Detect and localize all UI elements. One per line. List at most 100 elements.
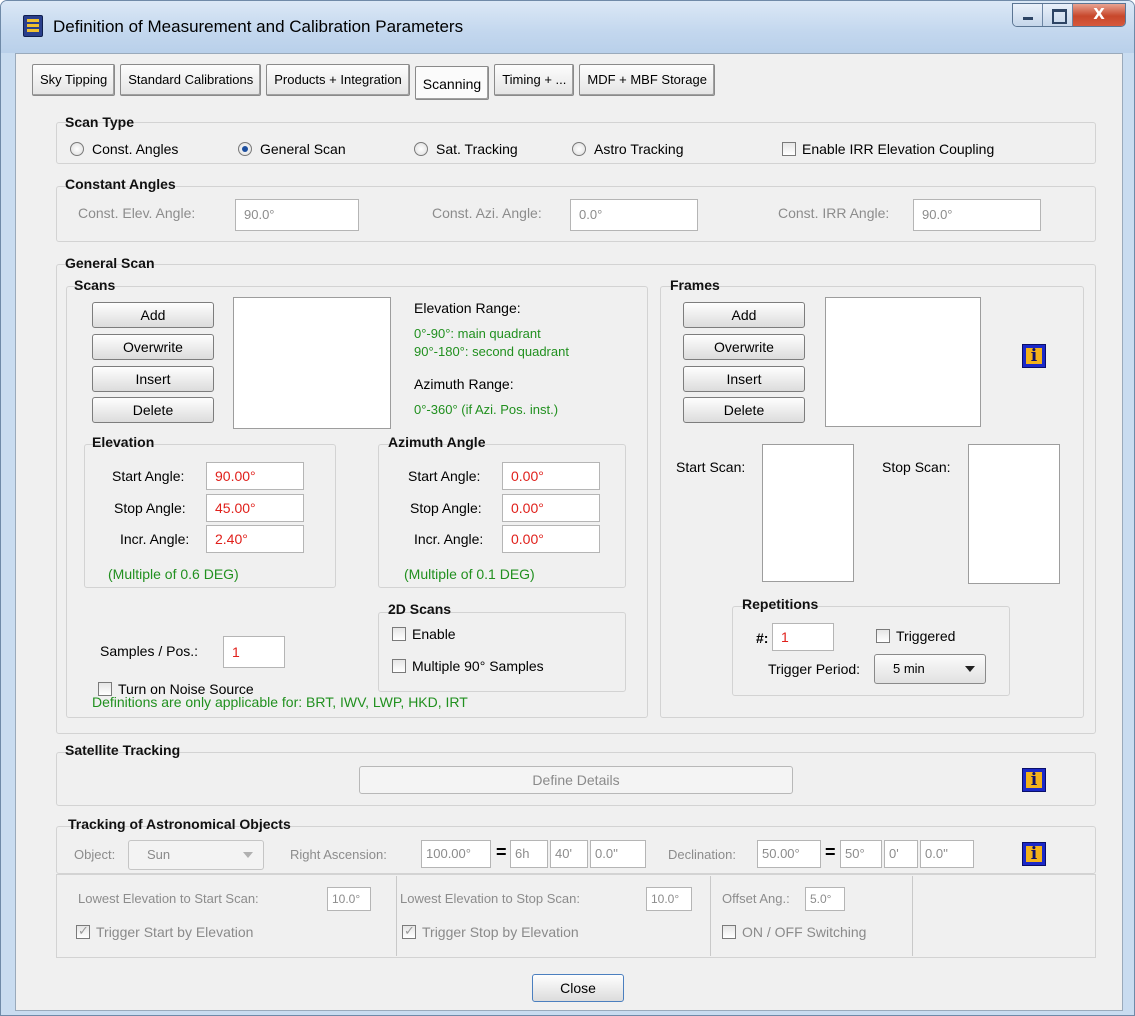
azi-multiple-note: (Multiple of 0.1 DEG) bbox=[404, 566, 535, 582]
radio-astro-tracking-circle[interactable] bbox=[572, 142, 586, 156]
frames-title: Frames bbox=[670, 277, 720, 293]
irr-coupling-box[interactable] bbox=[782, 142, 796, 156]
scans-2d-enable-box[interactable] bbox=[392, 627, 406, 641]
const-azi-input[interactable]: 0.0° bbox=[570, 199, 698, 231]
title-bar[interactable]: Definition of Measurement and Calibratio… bbox=[1, 1, 1134, 53]
tab-products-integration[interactable]: Products + Integration bbox=[266, 64, 410, 96]
radio-sat-tracking[interactable]: Sat. Tracking bbox=[414, 141, 518, 157]
triggered-box[interactable] bbox=[876, 629, 890, 643]
chevron-down-icon bbox=[243, 852, 253, 858]
irr-elevation-coupling-checkbox[interactable]: Enable IRR Elevation Coupling bbox=[782, 141, 994, 157]
frames-list[interactable] bbox=[825, 297, 981, 427]
tab-timing[interactable]: Timing + ... bbox=[494, 64, 575, 96]
trigger-stop-box[interactable] bbox=[402, 923, 416, 939]
multiple-90-samples-box[interactable] bbox=[392, 659, 406, 673]
const-irr-input[interactable]: 90.0° bbox=[913, 199, 1041, 231]
azi-start-input[interactable]: 0.00° bbox=[502, 462, 600, 490]
object-value: Sun bbox=[147, 847, 171, 862]
triggered-checkbox[interactable]: Triggered bbox=[876, 628, 955, 644]
onoff-switching-label: ON / OFF Switching bbox=[742, 924, 867, 940]
frames-delete-button[interactable]: Delete bbox=[683, 397, 805, 423]
close-window-button[interactable] bbox=[1073, 4, 1125, 26]
minimize-button[interactable] bbox=[1013, 4, 1043, 26]
maximize-button[interactable] bbox=[1043, 4, 1073, 26]
ra-equals-sign: = bbox=[496, 842, 507, 862]
frames-overwrite-button[interactable]: Overwrite bbox=[683, 334, 805, 360]
stop-scan-list[interactable] bbox=[968, 444, 1060, 584]
trigger-period-select[interactable]: 5 min bbox=[874, 654, 986, 684]
start-scan-list[interactable] bbox=[762, 444, 854, 582]
onoff-switching-checkbox[interactable]: ON / OFF Switching bbox=[722, 924, 866, 940]
radio-const-angles[interactable]: Const. Angles bbox=[70, 141, 178, 157]
define-details-button[interactable]: Define Details bbox=[359, 766, 793, 794]
tab-standard-calibrations[interactable]: Standard Calibrations bbox=[120, 64, 262, 96]
samples-per-pos-input[interactable]: 1 bbox=[223, 636, 285, 668]
astro-info-icon[interactable] bbox=[1022, 842, 1046, 866]
radio-astro-tracking[interactable]: Astro Tracking bbox=[572, 141, 683, 157]
radio-sat-tracking-circle[interactable] bbox=[414, 142, 428, 156]
trigger-start-checkbox[interactable]: Trigger Start by Elevation bbox=[76, 923, 253, 940]
frames-add-button[interactable]: Add bbox=[683, 302, 805, 328]
ra-hours-input[interactable]: 6h bbox=[510, 840, 548, 868]
main-window: Definition of Measurement and Calibratio… bbox=[0, 0, 1135, 1016]
close-button[interactable]: Close bbox=[532, 974, 624, 1002]
satellite-tracking-title: Satellite Tracking bbox=[65, 742, 181, 758]
scans-list[interactable] bbox=[233, 297, 391, 429]
dec-equals-sign: = bbox=[825, 842, 836, 862]
elev-start-input[interactable]: 90.00° bbox=[206, 462, 304, 490]
repetitions-count-label: #: bbox=[756, 630, 769, 646]
elev-incr-input[interactable]: 2.40° bbox=[206, 525, 304, 553]
radio-general-scan-label: General Scan bbox=[260, 141, 346, 157]
azi-incr-input[interactable]: 0.00° bbox=[502, 525, 600, 553]
elevation-range-line1: 0°-90°: main quadrant bbox=[414, 326, 541, 341]
ra-degrees-input[interactable]: 100.00° bbox=[421, 840, 491, 868]
lowest-start-input[interactable]: 10.0° bbox=[327, 887, 371, 911]
lowest-start-label: Lowest Elevation to Start Scan: bbox=[78, 891, 259, 906]
offset-angle-input[interactable]: 5.0° bbox=[805, 887, 845, 911]
constant-angles-title: Constant Angles bbox=[65, 176, 176, 192]
scans-title: Scans bbox=[74, 277, 116, 293]
azi-stop-input[interactable]: 0.00° bbox=[502, 494, 600, 522]
repetitions-title: Repetitions bbox=[742, 596, 819, 612]
radio-const-angles-label: Const. Angles bbox=[92, 141, 179, 157]
scans-overwrite-button[interactable]: Overwrite bbox=[92, 334, 214, 360]
scans-delete-button[interactable]: Delete bbox=[92, 397, 214, 423]
azimuth-range-text: 0°-360° (if Azi. Pos. inst.) bbox=[414, 402, 559, 417]
scans-2d-title: 2D Scans bbox=[388, 601, 452, 617]
dec-minutes-input[interactable]: 0' bbox=[884, 840, 918, 868]
astro-settings-frame bbox=[56, 874, 1096, 958]
azi-start-label: Start Angle: bbox=[408, 468, 481, 484]
dec-degrees-part-input[interactable]: 50° bbox=[840, 840, 882, 868]
const-elev-input[interactable]: 90.0° bbox=[235, 199, 359, 231]
elev-start-label: Start Angle: bbox=[112, 468, 185, 484]
tab-scanning[interactable]: Scanning bbox=[414, 66, 490, 100]
elev-multiple-note: (Multiple of 0.6 DEG) bbox=[108, 566, 239, 582]
scans-add-button[interactable]: Add bbox=[92, 302, 214, 328]
tab-sky-tipping[interactable]: Sky Tipping bbox=[32, 64, 116, 96]
radio-general-scan[interactable]: General Scan bbox=[238, 141, 346, 157]
ra-minutes-input[interactable]: 40' bbox=[550, 840, 588, 868]
frames-insert-button[interactable]: Insert bbox=[683, 366, 805, 392]
trigger-stop-checkbox[interactable]: Trigger Stop by Elevation bbox=[402, 923, 579, 940]
dec-seconds-input[interactable]: 0.0'' bbox=[920, 840, 974, 868]
elev-stop-input[interactable]: 45.00° bbox=[206, 494, 304, 522]
start-scan-label: Start Scan: bbox=[676, 459, 746, 475]
scans-2d-frame bbox=[378, 612, 626, 692]
trigger-start-box[interactable] bbox=[76, 923, 90, 939]
astro-settings-divider-3 bbox=[912, 876, 913, 956]
scans-insert-button[interactable]: Insert bbox=[92, 366, 214, 392]
astro-settings-divider-2 bbox=[710, 876, 711, 956]
multiple-90-samples-checkbox[interactable]: Multiple 90° Samples bbox=[392, 658, 544, 674]
dec-degrees-input[interactable]: 50.00° bbox=[757, 840, 821, 868]
radio-const-angles-circle[interactable] bbox=[70, 142, 84, 156]
radio-general-scan-circle[interactable] bbox=[238, 142, 252, 156]
satellite-info-icon[interactable] bbox=[1022, 768, 1046, 792]
object-select[interactable]: Sun bbox=[128, 840, 264, 870]
ra-seconds-input[interactable]: 0.0'' bbox=[590, 840, 646, 868]
frames-info-icon[interactable] bbox=[1022, 344, 1046, 368]
scans-2d-enable-checkbox[interactable]: Enable bbox=[392, 626, 456, 642]
repetitions-count-input[interactable]: 1 bbox=[772, 623, 834, 651]
onoff-switching-box[interactable] bbox=[722, 925, 736, 939]
tab-mdf-mbf-storage[interactable]: MDF + MBF Storage bbox=[579, 64, 715, 96]
lowest-stop-input[interactable]: 10.0° bbox=[646, 887, 692, 911]
